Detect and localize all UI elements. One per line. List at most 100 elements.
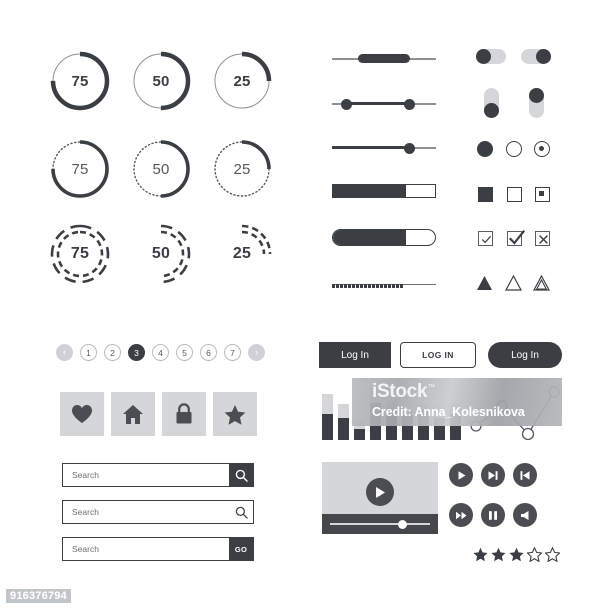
icon-button-heart[interactable] bbox=[60, 392, 104, 436]
icon-button-home[interactable] bbox=[111, 392, 155, 436]
slider-handle-low[interactable] bbox=[341, 98, 352, 110]
progress-bar-pill[interactable] bbox=[332, 229, 436, 246]
video-player[interactable] bbox=[322, 462, 438, 534]
slider-handle[interactable] bbox=[404, 142, 415, 154]
slider-handle[interactable] bbox=[358, 54, 410, 63]
pagination-page-4[interactable]: 4 bbox=[152, 344, 169, 361]
triangle-nested[interactable] bbox=[533, 275, 550, 291]
triangle-outline[interactable] bbox=[505, 275, 522, 291]
icon-button-star[interactable] bbox=[213, 392, 257, 436]
circle-progress-25-dotted: 25 bbox=[211, 138, 273, 200]
search-input[interactable]: Search bbox=[63, 544, 229, 554]
search-bar-plain-icon[interactable]: Search bbox=[62, 500, 254, 524]
circle-progress-75-solid: 75 bbox=[49, 50, 111, 112]
radio-empty[interactable] bbox=[506, 141, 522, 157]
media-button-pause[interactable] bbox=[481, 503, 505, 527]
slider-single-dot[interactable] bbox=[332, 139, 436, 157]
media-button-fastforward[interactable] bbox=[449, 503, 473, 527]
pagination-page-6[interactable]: 6 bbox=[200, 344, 217, 361]
circle-progress-value: 50 bbox=[151, 245, 171, 262]
chart-bar-dark bbox=[338, 418, 349, 440]
slider-range-dual[interactable] bbox=[332, 95, 436, 113]
pagination-page-2[interactable]: 2 bbox=[104, 344, 121, 361]
slider-pill-thumb[interactable] bbox=[332, 50, 436, 68]
search-go-button[interactable]: GO bbox=[229, 538, 253, 560]
toggle-switch-down[interactable] bbox=[484, 88, 499, 118]
login-button-pill[interactable]: Log In bbox=[488, 342, 562, 368]
chart-bar-dark bbox=[322, 414, 333, 440]
checkbox-check-thin[interactable] bbox=[478, 231, 493, 246]
media-button-volume[interactable] bbox=[513, 503, 537, 527]
slider-dotted-fill bbox=[332, 279, 405, 288]
search-submit-button[interactable] bbox=[229, 501, 253, 523]
video-controls-bar[interactable] bbox=[322, 514, 438, 534]
circle-progress-75-dashed: 75 bbox=[49, 223, 111, 285]
image-id-label: 916376794 bbox=[6, 589, 71, 603]
play-icon bbox=[458, 470, 465, 480]
star-filled[interactable] bbox=[509, 547, 524, 562]
circle-progress-50-dotted: 50 bbox=[130, 138, 192, 200]
toggle-knob[interactable] bbox=[476, 49, 491, 64]
radio-selected[interactable] bbox=[534, 141, 550, 157]
triangle-filled[interactable] bbox=[476, 275, 493, 291]
search-input[interactable]: Search bbox=[63, 470, 229, 480]
media-button-next[interactable] bbox=[481, 463, 505, 487]
pagination-page-5[interactable]: 5 bbox=[176, 344, 193, 361]
chart-bar bbox=[338, 404, 349, 440]
watermark-brand: iStock™ bbox=[372, 381, 435, 402]
pagination-prev-button[interactable]: ‹ bbox=[56, 344, 73, 361]
login-button-rect[interactable]: Log In bbox=[319, 342, 391, 368]
star-filled[interactable] bbox=[491, 547, 506, 562]
chart-bar-dark bbox=[354, 429, 365, 440]
pagination-page-3[interactable]: 3 bbox=[128, 344, 145, 361]
toggle-switch-right[interactable] bbox=[521, 49, 551, 64]
progress-bar-fill bbox=[333, 230, 407, 245]
star-filled[interactable] bbox=[473, 547, 488, 562]
checkbox-cross[interactable] bbox=[535, 231, 550, 246]
star-empty[interactable] bbox=[527, 547, 542, 562]
media-button-play[interactable] bbox=[449, 463, 473, 487]
search-icon bbox=[235, 469, 248, 482]
slider-fill bbox=[332, 146, 410, 149]
media-button-previous[interactable] bbox=[513, 463, 537, 487]
pagination-page-1[interactable]: 1 bbox=[80, 344, 97, 361]
video-play-button[interactable] bbox=[366, 478, 394, 507]
video-progress-track[interactable] bbox=[330, 523, 430, 525]
cross-icon bbox=[539, 235, 548, 244]
search-bar-dark-button[interactable]: Search bbox=[62, 463, 254, 487]
volume-icon bbox=[521, 510, 529, 520]
slider-dotted-track[interactable] bbox=[332, 275, 436, 293]
watermark-brand-text: iStock bbox=[372, 381, 428, 402]
icon-button-lock[interactable] bbox=[162, 392, 206, 436]
video-progress-handle[interactable] bbox=[398, 519, 407, 529]
checkbox-square-inner[interactable] bbox=[535, 187, 550, 202]
search-input[interactable]: Search bbox=[63, 507, 229, 517]
circle-progress-value: 75 bbox=[71, 160, 89, 178]
search-bar-go-button[interactable]: Search GO bbox=[62, 537, 254, 561]
checkbox-square-filled[interactable] bbox=[478, 187, 493, 202]
login-button-outline[interactable]: LOG IN bbox=[400, 342, 476, 368]
pagination-next-button[interactable]: › bbox=[248, 344, 265, 361]
pagination-page-7[interactable]: 7 bbox=[224, 344, 241, 361]
chart-bar-light bbox=[322, 394, 333, 414]
go-button-label: GO bbox=[234, 544, 248, 554]
slider-handle-high[interactable] bbox=[404, 98, 415, 110]
circle-progress-value: 25 bbox=[232, 245, 252, 262]
fast-forward-icon bbox=[455, 511, 466, 519]
circle-progress-25-solid: 25 bbox=[211, 50, 273, 112]
circle-progress-25-dashed: 25 bbox=[211, 223, 273, 285]
radio-filled[interactable] bbox=[477, 141, 493, 157]
star-empty[interactable] bbox=[545, 547, 560, 562]
progress-bar-rect[interactable] bbox=[332, 184, 436, 198]
checkbox-check-bold[interactable] bbox=[507, 229, 526, 246]
checkbox-square-empty[interactable] bbox=[507, 187, 522, 202]
toggle-knob[interactable] bbox=[529, 88, 544, 103]
heart-icon bbox=[72, 405, 92, 423]
toggle-switch-up[interactable] bbox=[529, 88, 544, 118]
search-submit-button[interactable] bbox=[229, 464, 253, 486]
toggle-knob[interactable] bbox=[484, 103, 499, 118]
circle-progress-value: 75 bbox=[70, 245, 90, 262]
toggle-knob[interactable] bbox=[536, 49, 551, 64]
toggle-switch-left[interactable] bbox=[476, 49, 506, 64]
play-icon bbox=[376, 486, 385, 498]
